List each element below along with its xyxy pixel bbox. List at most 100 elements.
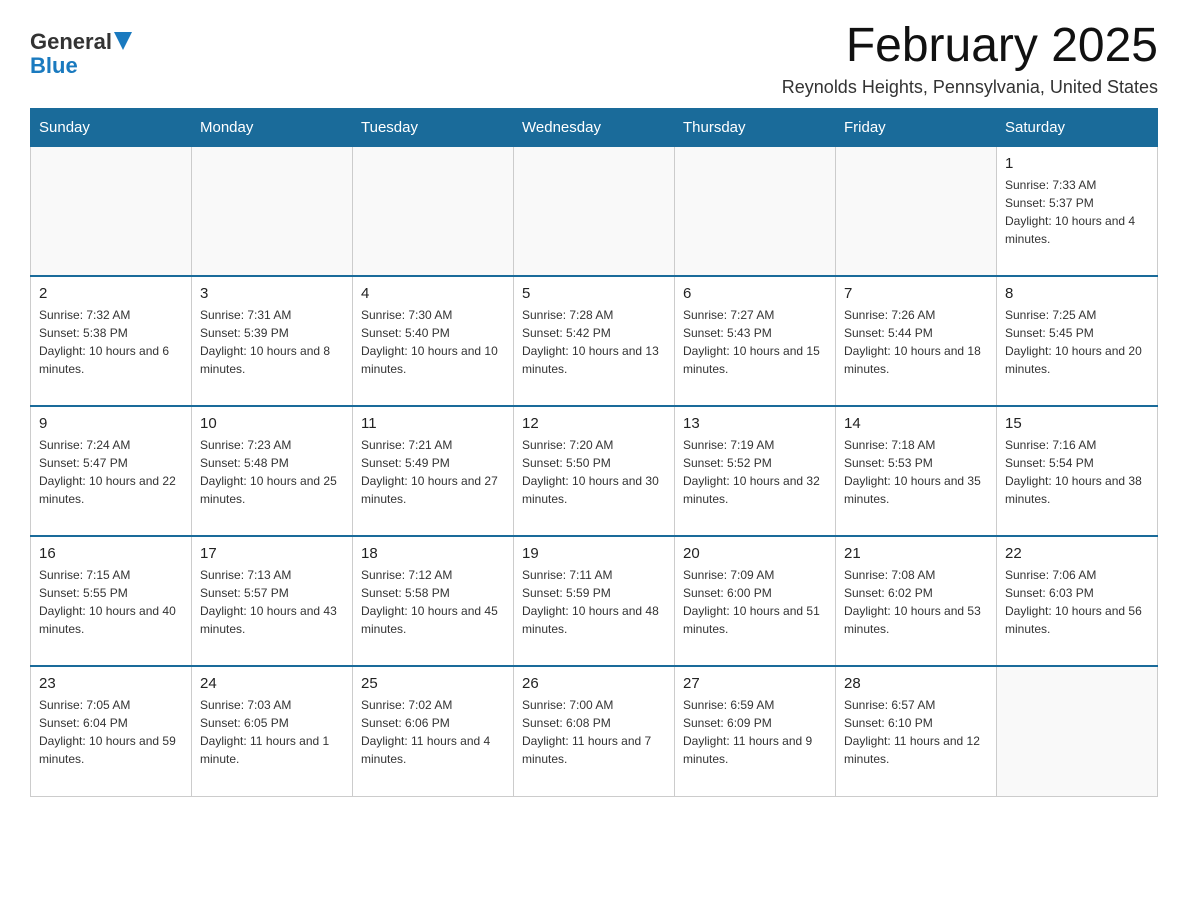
day-info: Sunrise: 7:02 AMSunset: 6:06 PMDaylight:…: [361, 696, 505, 768]
calendar-cell-w3-d5: 14 Sunrise: 7:18 AMSunset: 5:53 PMDayligh…: [836, 406, 997, 536]
day-number: 26: [522, 675, 666, 692]
day-number: 20: [683, 545, 827, 562]
calendar-cell-w3-d0: 9 Sunrise: 7:24 AMSunset: 5:47 PMDaylight…: [31, 406, 192, 536]
day-info: Sunrise: 6:59 AMSunset: 6:09 PMDaylight:…: [683, 696, 827, 768]
location-subtitle: Reynolds Heights, Pennsylvania, United S…: [782, 77, 1158, 98]
day-number: 12: [522, 415, 666, 432]
calendar-cell-w4-d3: 19 Sunrise: 7:11 AMSunset: 5:59 PMDayligh…: [514, 536, 675, 666]
day-info: Sunrise: 7:31 AMSunset: 5:39 PMDaylight:…: [200, 306, 344, 378]
day-number: 14: [844, 415, 988, 432]
day-number: 16: [39, 545, 183, 562]
calendar-cell-w5-d5: 28 Sunrise: 6:57 AMSunset: 6:10 PMDayligh…: [836, 666, 997, 796]
calendar-cell-w1-d2: [353, 146, 514, 276]
calendar-cell-w3-d1: 10Sunrise: 7:23 AMSunset: 5:48 PMDayligh…: [192, 406, 353, 536]
calendar-cell-w3-d4: 13 Sunrise: 7:19 AMSunset: 5:52 PMDayligh…: [675, 406, 836, 536]
day-info: Sunrise: 7:00 AMSunset: 6:08 PMDaylight:…: [522, 696, 666, 768]
col-friday: Friday: [836, 108, 997, 146]
calendar-cell-w1-d6: 1Sunrise: 7:33 AMSunset: 5:37 PMDaylight…: [997, 146, 1158, 276]
day-number: 9: [39, 415, 183, 432]
calendar-cell-w1-d3: [514, 146, 675, 276]
calendar-cell-w2-d5: 7 Sunrise: 7:26 AMSunset: 5:44 PMDaylight…: [836, 276, 997, 406]
calendar-cell-w1-d1: [192, 146, 353, 276]
day-number: 23: [39, 675, 183, 692]
day-info: Sunrise: 7:15 AMSunset: 5:55 PMDaylight:…: [39, 566, 183, 638]
day-info: Sunrise: 7:08 AMSunset: 6:02 PMDaylight:…: [844, 566, 988, 638]
calendar-cell-w5-d3: 26 Sunrise: 7:00 AMSunset: 6:08 PMDayligh…: [514, 666, 675, 796]
day-number: 22: [1005, 545, 1149, 562]
day-info: Sunrise: 7:12 AMSunset: 5:58 PMDaylight:…: [361, 566, 505, 638]
day-info: Sunrise: 7:11 AMSunset: 5:59 PMDaylight:…: [522, 566, 666, 638]
day-info: Sunrise: 7:23 AMSunset: 5:48 PMDaylight:…: [200, 436, 344, 508]
calendar-cell-w1-d5: [836, 146, 997, 276]
day-info: Sunrise: 7:33 AMSunset: 5:37 PMDaylight:…: [1005, 176, 1149, 248]
calendar-cell-w4-d0: 16 Sunrise: 7:15 AMSunset: 5:55 PMDayligh…: [31, 536, 192, 666]
day-info: Sunrise: 7:20 AMSunset: 5:50 PMDaylight:…: [522, 436, 666, 508]
calendar-cell-w3-d3: 12 Sunrise: 7:20 AMSunset: 5:50 PMDayligh…: [514, 406, 675, 536]
day-info: Sunrise: 7:16 AMSunset: 5:54 PMDaylight:…: [1005, 436, 1149, 508]
calendar-week-2: 2Sunrise: 7:32 AMSunset: 5:38 PMDaylight…: [31, 276, 1158, 406]
calendar-cell-w4-d2: 18Sunrise: 7:12 AMSunset: 5:58 PMDayligh…: [353, 536, 514, 666]
day-info: Sunrise: 7:06 AMSunset: 6:03 PMDaylight:…: [1005, 566, 1149, 638]
day-number: 17: [200, 545, 344, 562]
day-number: 7: [844, 285, 988, 302]
day-number: 8: [1005, 285, 1149, 302]
day-number: 13: [683, 415, 827, 432]
day-number: 24: [200, 675, 344, 692]
calendar-cell-w5-d4: 27 Sunrise: 6:59 AMSunset: 6:09 PMDayligh…: [675, 666, 836, 796]
calendar-header-row: Sunday Monday Tuesday Wednesday Thursday…: [31, 108, 1158, 146]
title-section: February 2025 Reynolds Heights, Pennsylv…: [782, 20, 1158, 98]
calendar-cell-w2-d3: 5 Sunrise: 7:28 AMSunset: 5:42 PMDaylight…: [514, 276, 675, 406]
col-sunday: Sunday: [31, 108, 192, 146]
day-number: 3: [200, 285, 344, 302]
calendar-cell-w4-d5: 21Sunrise: 7:08 AMSunset: 6:02 PMDayligh…: [836, 536, 997, 666]
calendar-cell-w4-d6: 22 Sunrise: 7:06 AMSunset: 6:03 PMDayligh…: [997, 536, 1158, 666]
logo-text-general: General: [30, 30, 112, 54]
day-info: Sunrise: 7:25 AMSunset: 5:45 PMDaylight:…: [1005, 306, 1149, 378]
col-wednesday: Wednesday: [514, 108, 675, 146]
day-info: Sunrise: 7:09 AMSunset: 6:00 PMDaylight:…: [683, 566, 827, 638]
calendar-cell-w4-d4: 20 Sunrise: 7:09 AMSunset: 6:00 PMDayligh…: [675, 536, 836, 666]
day-number: 28: [844, 675, 988, 692]
calendar-cell-w2-d4: 6 Sunrise: 7:27 AMSunset: 5:43 PMDaylight…: [675, 276, 836, 406]
day-info: Sunrise: 6:57 AMSunset: 6:10 PMDaylight:…: [844, 696, 988, 768]
calendar-cell-w3-d2: 11 Sunrise: 7:21 AMSunset: 5:49 PMDayligh…: [353, 406, 514, 536]
day-number: 19: [522, 545, 666, 562]
day-info: Sunrise: 7:28 AMSunset: 5:42 PMDaylight:…: [522, 306, 666, 378]
day-info: Sunrise: 7:21 AMSunset: 5:49 PMDaylight:…: [361, 436, 505, 508]
col-monday: Monday: [192, 108, 353, 146]
page-header: General Blue February 2025 Reynolds Heig…: [30, 20, 1158, 98]
logo-text-blue: Blue: [30, 53, 78, 78]
calendar-cell-w5-d1: 24Sunrise: 7:03 AMSunset: 6:05 PMDayligh…: [192, 666, 353, 796]
day-number: 11: [361, 415, 505, 432]
day-number: 27: [683, 675, 827, 692]
day-info: Sunrise: 7:26 AMSunset: 5:44 PMDaylight:…: [844, 306, 988, 378]
calendar-cell-w5-d0: 23 Sunrise: 7:05 AMSunset: 6:04 PMDayligh…: [31, 666, 192, 796]
calendar-cell-w2-d6: 8 Sunrise: 7:25 AMSunset: 5:45 PMDaylight…: [997, 276, 1158, 406]
calendar-cell-w5-d6: [997, 666, 1158, 796]
day-info: Sunrise: 7:19 AMSunset: 5:52 PMDaylight:…: [683, 436, 827, 508]
calendar-cell-w2-d0: 2Sunrise: 7:32 AMSunset: 5:38 PMDaylight…: [31, 276, 192, 406]
calendar-cell-w1-d0: [31, 146, 192, 276]
calendar-cell-w2-d2: 4 Sunrise: 7:30 AMSunset: 5:40 PMDaylight…: [353, 276, 514, 406]
calendar-cell-w1-d4: [675, 146, 836, 276]
calendar-cell-w2-d1: 3 Sunrise: 7:31 AMSunset: 5:39 PMDaylight…: [192, 276, 353, 406]
col-tuesday: Tuesday: [353, 108, 514, 146]
calendar-cell-w3-d6: 15Sunrise: 7:16 AMSunset: 5:54 PMDayligh…: [997, 406, 1158, 536]
day-info: Sunrise: 7:27 AMSunset: 5:43 PMDaylight:…: [683, 306, 827, 378]
logo-triangle-icon: [114, 32, 132, 50]
day-number: 6: [683, 285, 827, 302]
day-info: Sunrise: 7:24 AMSunset: 5:47 PMDaylight:…: [39, 436, 183, 508]
day-number: 2: [39, 285, 183, 302]
calendar-week-4: 16 Sunrise: 7:15 AMSunset: 5:55 PMDayligh…: [31, 536, 1158, 666]
day-info: Sunrise: 7:05 AMSunset: 6:04 PMDaylight:…: [39, 696, 183, 768]
day-number: 4: [361, 285, 505, 302]
day-number: 25: [361, 675, 505, 692]
day-number: 5: [522, 285, 666, 302]
col-thursday: Thursday: [675, 108, 836, 146]
day-info: Sunrise: 7:13 AMSunset: 5:57 PMDaylight:…: [200, 566, 344, 638]
month-title: February 2025: [782, 20, 1158, 73]
calendar-week-1: 1Sunrise: 7:33 AMSunset: 5:37 PMDaylight…: [31, 146, 1158, 276]
day-info: Sunrise: 7:18 AMSunset: 5:53 PMDaylight:…: [844, 436, 988, 508]
calendar-week-3: 9 Sunrise: 7:24 AMSunset: 5:47 PMDaylight…: [31, 406, 1158, 536]
day-info: Sunrise: 7:30 AMSunset: 5:40 PMDaylight:…: [361, 306, 505, 378]
